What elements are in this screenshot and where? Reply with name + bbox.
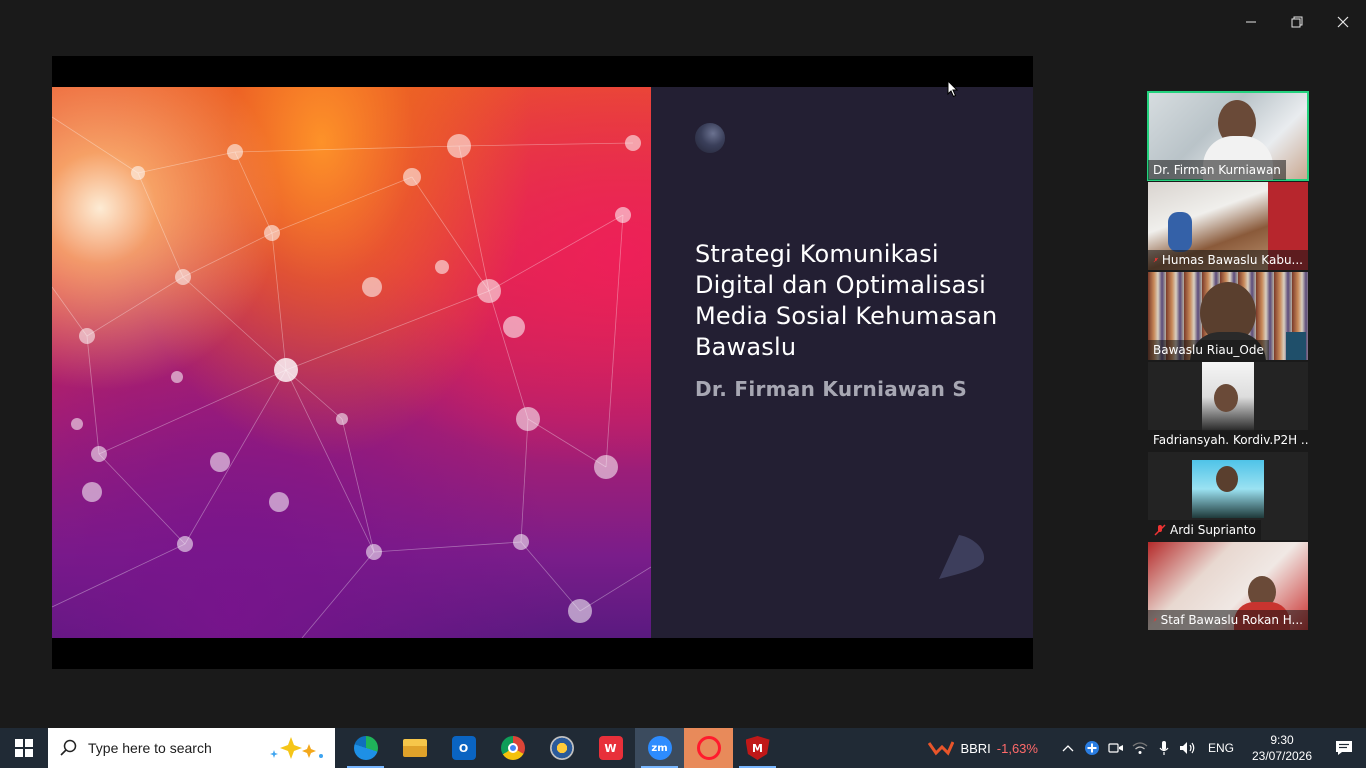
participant-tile-2[interactable]: Humas Bawaslu Kabu... xyxy=(1148,182,1308,270)
minimize-icon xyxy=(1246,21,1256,23)
participant-video-face xyxy=(1214,384,1238,412)
participant-video-person xyxy=(1168,212,1192,252)
search-placeholder: Type here to search xyxy=(88,740,212,756)
muted-mic-icon xyxy=(1154,524,1166,536)
participant-tile-5[interactable]: Ardi Suprianto xyxy=(1148,452,1308,540)
notification-icon xyxy=(1336,741,1352,755)
network-button[interactable] xyxy=(1128,728,1152,768)
taskbar-opera[interactable] xyxy=(684,728,733,768)
participant-tile-1[interactable]: Dr. Firman Kurniawan xyxy=(1147,91,1309,181)
microphone-icon xyxy=(1159,741,1169,755)
close-button[interactable] xyxy=(1320,0,1366,44)
start-button[interactable] xyxy=(0,728,48,768)
wps-icon: W xyxy=(598,736,623,760)
tray-app-button[interactable] xyxy=(1080,728,1104,768)
taskbar-apps: O W zm M xyxy=(341,728,782,768)
clock-date: 23/07/2026 xyxy=(1251,749,1313,763)
taskbar-chrome[interactable] xyxy=(488,728,537,768)
mcafee-icon: M xyxy=(745,736,770,760)
outlook-icon: O xyxy=(451,736,476,760)
network-graphic xyxy=(52,116,651,638)
taskbar-search-box[interactable]: Type here to search xyxy=(48,728,335,768)
restore-button[interactable] xyxy=(1274,0,1320,44)
input-language-button[interactable]: ENG xyxy=(1200,741,1242,755)
chrome-icon xyxy=(500,736,525,760)
meet-now-button[interactable] xyxy=(1104,728,1128,768)
participant-name: Fadriansyah. Kordiv.P2H ... xyxy=(1148,430,1308,450)
close-icon xyxy=(1337,16,1349,28)
edge-icon xyxy=(353,736,378,760)
stock-chart-icon xyxy=(928,741,955,756)
slide-title: Strategi Komunikasi Digital dan Optimali… xyxy=(695,240,998,361)
volume-button[interactable] xyxy=(1176,728,1200,768)
taskbar-zoom[interactable]: zm xyxy=(635,728,684,768)
participant-name: Staf Bawaslu Rokan H... xyxy=(1148,610,1308,630)
opera-icon xyxy=(696,736,721,760)
taskbar-outlook[interactable]: O xyxy=(439,728,488,768)
participant-video-poster xyxy=(1286,332,1306,360)
system-tray: BBRI -1,63% ENG 9:30 23/07/2026 xyxy=(928,728,1366,768)
taskbar-wps[interactable]: W xyxy=(586,728,635,768)
microphone-button[interactable] xyxy=(1152,728,1176,768)
participant-name: Humas Bawaslu Kabu... xyxy=(1148,250,1308,270)
slide-title-panel: Strategi Komunikasi Digital dan Optimali… xyxy=(651,87,1033,638)
participant-tile-3[interactable]: Bawaslu Riau_Ode xyxy=(1148,272,1308,360)
camera-icon xyxy=(1108,743,1123,753)
taskbar-file-explorer[interactable] xyxy=(390,728,439,768)
minimize-button[interactable] xyxy=(1228,0,1274,44)
zoom-icon: zm xyxy=(647,736,672,760)
notification-center-button[interactable] xyxy=(1322,728,1366,768)
chevron-up-icon xyxy=(1062,745,1074,752)
muted-mic-icon xyxy=(1153,618,1158,622)
decorative-orb xyxy=(695,123,725,153)
decorative-shard xyxy=(939,535,985,579)
stock-change: -1,63% xyxy=(996,740,1038,756)
show-hidden-icons-button[interactable] xyxy=(1056,728,1080,768)
search-highlight-sparkle-icon xyxy=(270,737,323,759)
presentation-slide: Strategi Komunikasi Digital dan Optimali… xyxy=(52,87,1033,638)
clock-time: 9:30 xyxy=(1270,733,1294,747)
mouse-cursor-icon xyxy=(947,80,959,98)
slide-author: Dr. Firman Kurniawan S xyxy=(695,377,968,401)
participant-name: Bawaslu Riau_Ode xyxy=(1148,340,1269,360)
photos-icon xyxy=(549,736,574,760)
participant-name: Ardi Suprianto xyxy=(1148,520,1261,540)
shared-screen[interactable]: Strategi Komunikasi Digital dan Optimali… xyxy=(52,56,1033,669)
participant-video-face xyxy=(1216,466,1238,492)
muted-mic-icon xyxy=(1153,257,1159,263)
taskbar-edge[interactable] xyxy=(341,728,390,768)
taskbar: Type here to search O W zm M BBRI -1,63%… xyxy=(0,728,1366,768)
wifi-icon xyxy=(1132,742,1148,754)
taskbar-photos[interactable] xyxy=(537,728,586,768)
windows-logo-icon xyxy=(15,739,33,757)
window-controls xyxy=(1228,0,1366,44)
participant-name: Dr. Firman Kurniawan xyxy=(1148,160,1286,180)
taskbar-mcafee[interactable]: M xyxy=(733,728,782,768)
search-icon xyxy=(60,739,77,756)
restore-icon xyxy=(1291,16,1303,28)
stock-ticker: BBRI xyxy=(960,740,991,756)
participant-tile-4[interactable]: Fadriansyah. Kordiv.P2H ... xyxy=(1148,362,1308,450)
tray-shield-plus-icon xyxy=(1084,741,1099,755)
participant-tile-6[interactable]: Staf Bawaslu Rokan H... xyxy=(1148,542,1308,630)
speaker-icon xyxy=(1179,742,1195,754)
slide-network-image xyxy=(52,87,651,638)
file-explorer-icon xyxy=(402,739,427,757)
stock-widget[interactable]: BBRI -1,63% xyxy=(928,739,1038,757)
clock[interactable]: 9:30 23/07/2026 xyxy=(1242,732,1322,764)
